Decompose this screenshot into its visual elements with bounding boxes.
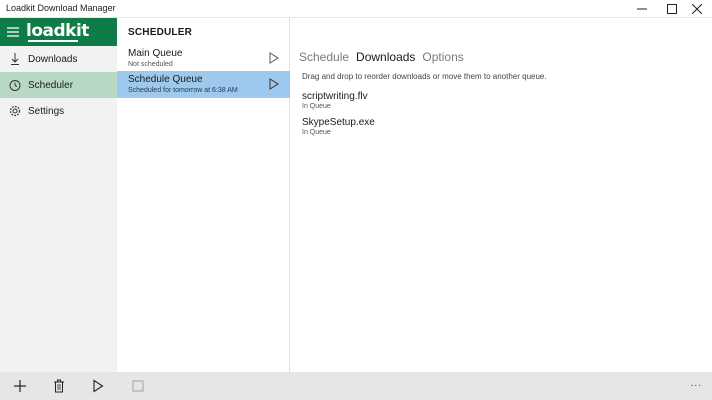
trash-icon xyxy=(54,379,64,393)
logo-underline xyxy=(28,40,78,42)
queue-item-main[interactable]: Main Queue Not scheduled xyxy=(117,45,290,72)
sidebar: loadkit Downloads Scheduler Settings xyxy=(0,18,117,372)
stop-icon xyxy=(132,380,144,392)
more-options-button[interactable]: ... xyxy=(691,378,702,389)
play-icon[interactable] xyxy=(269,52,279,64)
queue-list-pane: SCHEDULER Main Queue Not scheduled Sched… xyxy=(117,18,290,372)
add-icon xyxy=(14,380,26,392)
queue-item-schedule[interactable]: Schedule Queue Scheduled for tomorrow at… xyxy=(117,71,290,98)
gear-icon xyxy=(8,104,22,118)
app-logo: loadkit xyxy=(26,21,89,41)
sidebar-item-scheduler[interactable]: Scheduler xyxy=(0,72,117,98)
download-name: SkypeSetup.exe xyxy=(302,117,375,128)
hamburger-menu-icon[interactable] xyxy=(7,27,19,37)
brand-header: loadkit xyxy=(0,18,117,46)
clock-icon xyxy=(8,78,22,92)
tab-schedule[interactable]: Schedule xyxy=(299,50,349,64)
queue-name: Schedule Queue xyxy=(128,74,203,85)
window-title: Loadkit Download Manager xyxy=(6,3,116,13)
title-bar: Loadkit Download Manager xyxy=(0,0,712,18)
download-name: scriptwriting.flv xyxy=(302,91,368,102)
start-button[interactable] xyxy=(90,378,106,394)
queue-status: Scheduled for tomorrow at 6:38 AM xyxy=(128,87,238,94)
page-title: SCHEDULER xyxy=(128,27,193,38)
queue-status: Not scheduled xyxy=(128,61,173,68)
sidebar-item-label: Scheduler xyxy=(28,79,74,91)
download-arrow-icon xyxy=(8,52,22,66)
minimize-button[interactable] xyxy=(627,0,657,18)
command-bar: ... xyxy=(0,372,712,400)
sidebar-item-label: Settings xyxy=(28,105,65,117)
play-icon xyxy=(93,379,104,393)
sidebar-item-downloads[interactable]: Downloads xyxy=(0,46,117,72)
drag-drop-hint: Drag and drop to reorder downloads or mo… xyxy=(302,72,547,81)
tab-options[interactable]: Options xyxy=(422,50,463,64)
play-icon[interactable] xyxy=(269,78,279,90)
download-status: In Queue xyxy=(302,129,331,136)
sidebar-item-settings[interactable]: Settings xyxy=(0,98,117,124)
add-button[interactable] xyxy=(12,378,28,394)
minimize-icon xyxy=(637,8,647,10)
list-item[interactable]: SkypeSetup.exe In Queue xyxy=(302,117,602,136)
detail-tabs: Schedule Downloads Options xyxy=(299,50,464,64)
close-button[interactable] xyxy=(682,0,712,18)
tab-downloads[interactable]: Downloads xyxy=(356,50,415,64)
download-status: In Queue xyxy=(302,103,331,110)
sidebar-item-label: Downloads xyxy=(28,53,78,65)
stop-button[interactable] xyxy=(130,378,146,394)
queue-detail-pane: Schedule Downloads Options Drag and drop… xyxy=(291,18,712,372)
delete-button[interactable] xyxy=(51,378,67,394)
close-icon xyxy=(692,4,702,14)
queue-name: Main Queue xyxy=(128,48,183,59)
maximize-icon xyxy=(667,4,677,14)
list-item[interactable]: scriptwriting.flv In Queue xyxy=(302,91,602,110)
